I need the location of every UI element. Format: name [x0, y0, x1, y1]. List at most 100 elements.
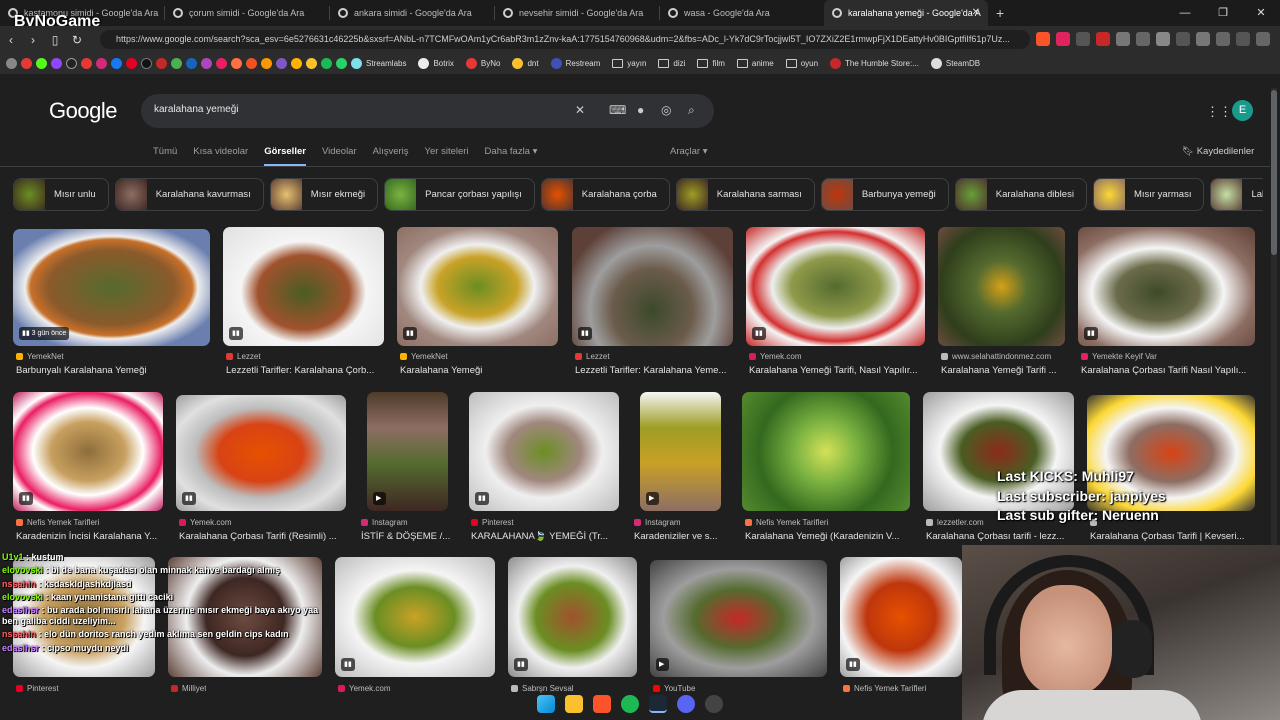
extension-icon[interactable]	[1056, 32, 1070, 46]
bookmark-item[interactable]: Botrix	[418, 58, 454, 69]
image-result[interactable]: ▮▮	[746, 227, 925, 346]
result-source[interactable]: Nefis Yemek Tarifleri	[745, 518, 828, 527]
result-source[interactable]: Instagram	[634, 518, 681, 527]
result-source[interactable]: Instagram	[361, 518, 408, 527]
image-result[interactable]: ▮▮	[397, 227, 558, 346]
whatsapp-icon[interactable]	[336, 58, 347, 69]
bookmark-item[interactable]: SteamDB	[930, 58, 980, 69]
bookmark-site-icon[interactable]	[81, 58, 92, 69]
browser-tab[interactable]: wasa - Google'da Ara	[660, 0, 824, 26]
binance-icon[interactable]	[291, 58, 302, 69]
bookmark-folder[interactable]: anime	[736, 59, 774, 68]
bookmark-item[interactable]: Streamlabs	[351, 58, 406, 69]
search-box[interactable]: karalahana yemeği ✕ ⌨ ● ◎ ⌕	[141, 94, 714, 128]
kick-icon[interactable]	[36, 58, 47, 69]
bookmark-site-icon[interactable]	[216, 58, 227, 69]
restore-icon[interactable]: ❐	[1204, 0, 1242, 26]
tools-menu[interactable]: Araçlar ▾	[670, 146, 708, 157]
bookmark-site-icon[interactable]	[186, 58, 197, 69]
chip[interactable]: Karalahana sarması	[675, 178, 815, 211]
result-source[interactable]: Lezzet	[575, 352, 610, 361]
result-title[interactable]: Karalahana Çorbası tarifi - lezz...	[926, 531, 1074, 542]
bookmark-site-icon[interactable]	[306, 58, 317, 69]
close-window-icon[interactable]: ✕	[1242, 0, 1280, 26]
result-source[interactable]: Yemek.com	[179, 518, 232, 527]
tiktok-icon[interactable]	[141, 58, 152, 69]
image-result[interactable]: ▮▮ 3 gün önce	[13, 229, 210, 346]
chip[interactable]: Lahana	[1210, 178, 1263, 211]
result-title[interactable]: Karalahana Yemeği Tarifi, Nasıl Yapılır.…	[749, 365, 922, 376]
extension-icon[interactable]	[1076, 32, 1090, 46]
bookmark-site-icon[interactable]	[276, 58, 287, 69]
bookmark-folder[interactable]: oyun	[785, 59, 818, 68]
pinterest-icon[interactable]	[126, 58, 137, 69]
result-source[interactable]: Yemek.com	[749, 352, 802, 361]
result-source[interactable]: Milliyet	[171, 684, 206, 693]
bookmark-item[interactable]: ByNo	[465, 58, 500, 69]
bookmark-item[interactable]: Restream	[550, 58, 600, 69]
bookmark-folder[interactable]: film	[697, 59, 725, 68]
image-result[interactable]: ▶	[640, 392, 721, 511]
close-tab-icon[interactable]: ✕	[972, 7, 980, 18]
bookmark-site-icon[interactable]	[261, 58, 272, 69]
result-title[interactable]: Lezzetli Tarifler: Karalahana Yeme...	[575, 365, 730, 376]
new-tab-icon[interactable]: +	[996, 5, 1004, 21]
result-source[interactable]: YemekNet	[400, 352, 448, 361]
image-result[interactable]: ▮▮	[335, 557, 495, 677]
chip[interactable]: Karalahana kavurması	[114, 178, 264, 211]
result-title[interactable]: Karalahana Çorbası Tarifi Nasıl Yapılı..…	[1081, 365, 1255, 376]
minimize-icon[interactable]: —	[1166, 0, 1204, 26]
image-result[interactable]: ▮▮	[223, 227, 384, 346]
twitch-icon[interactable]	[51, 58, 62, 69]
clear-icon[interactable]: ✕	[575, 103, 585, 117]
browser-tab[interactable]: çorum simidi - Google'da Ara	[165, 0, 329, 26]
image-result[interactable]: ▶	[367, 392, 448, 511]
result-source[interactable]: Nefis Yemek Tarifleri	[843, 684, 926, 693]
reload-icon[interactable]: ↻	[66, 33, 88, 47]
url-bar[interactable]: https://www.google.com/search?sca_esv=6e…	[100, 30, 1030, 49]
tab-all[interactable]: Tümü	[153, 146, 177, 167]
search-input[interactable]: karalahana yemeği	[154, 104, 239, 115]
image-result[interactable]: ▮▮	[1078, 227, 1255, 346]
discord-icon[interactable]	[677, 695, 695, 713]
tab-videos[interactable]: Videolar	[322, 146, 357, 167]
extension-icon[interactable]	[1156, 32, 1170, 46]
result-source[interactable]: www.selahattindonmez.com	[941, 352, 1051, 361]
extension-icon[interactable]	[1116, 32, 1130, 46]
extension-icon[interactable]	[1236, 32, 1250, 46]
bookmark-site-icon[interactable]	[156, 58, 167, 69]
browser-tab[interactable]: nevsehir simidi - Google'da Ara	[495, 0, 659, 26]
back-icon[interactable]: ‹	[0, 33, 22, 47]
result-title[interactable]: Karadeniziler ve s...	[634, 531, 729, 542]
result-title[interactable]: KARALAHANA🍃 YEMEĞİ (Tr...	[471, 531, 619, 542]
image-result[interactable]: ▮▮	[469, 392, 619, 511]
result-source[interactable]: Nefis Yemek Tarifleri	[16, 518, 99, 527]
instagram-icon[interactable]	[96, 58, 107, 69]
extension-icon[interactable]	[1196, 32, 1210, 46]
tab-more[interactable]: Daha fazla ▾	[485, 146, 538, 167]
obs-icon[interactable]	[705, 695, 723, 713]
youtube-icon[interactable]	[21, 58, 32, 69]
chip[interactable]: Barbunya yemeği	[820, 178, 949, 211]
bookmark-item[interactable]: dnt	[512, 58, 539, 69]
file-explorer-icon[interactable]	[565, 695, 583, 713]
steam-icon[interactable]	[649, 695, 667, 713]
result-source[interactable]: Lezzet	[226, 352, 261, 361]
image-result[interactable]: ▮▮	[508, 557, 637, 677]
result-title[interactable]: Karadenizin İncisi Karalahana Y...	[16, 531, 163, 542]
avatar[interactable]: E	[1232, 100, 1253, 121]
image-result[interactable]: ▶	[650, 560, 827, 677]
bookmark-icon[interactable]: ▯	[44, 33, 66, 47]
search-icon[interactable]: ⌕	[688, 103, 695, 118]
extension-icon[interactable]	[1136, 32, 1150, 46]
extension-icon[interactable]	[1096, 32, 1110, 46]
result-source[interactable]: Pinterest	[16, 684, 59, 693]
result-title[interactable]: Karalahana Çorbası Tarifi | Kevseri...	[1090, 531, 1255, 542]
spotify-icon[interactable]	[321, 58, 332, 69]
extension-icon[interactable]	[1216, 32, 1230, 46]
bookmark-folder[interactable]: yayın	[612, 59, 646, 68]
image-result[interactable]: ▮▮	[13, 392, 163, 511]
scrollbar-thumb[interactable]	[1271, 90, 1277, 255]
bookmark-site-icon[interactable]	[246, 58, 257, 69]
browser-tab-active[interactable]: karalahana yemeği - Google'da A ✕	[824, 0, 988, 26]
